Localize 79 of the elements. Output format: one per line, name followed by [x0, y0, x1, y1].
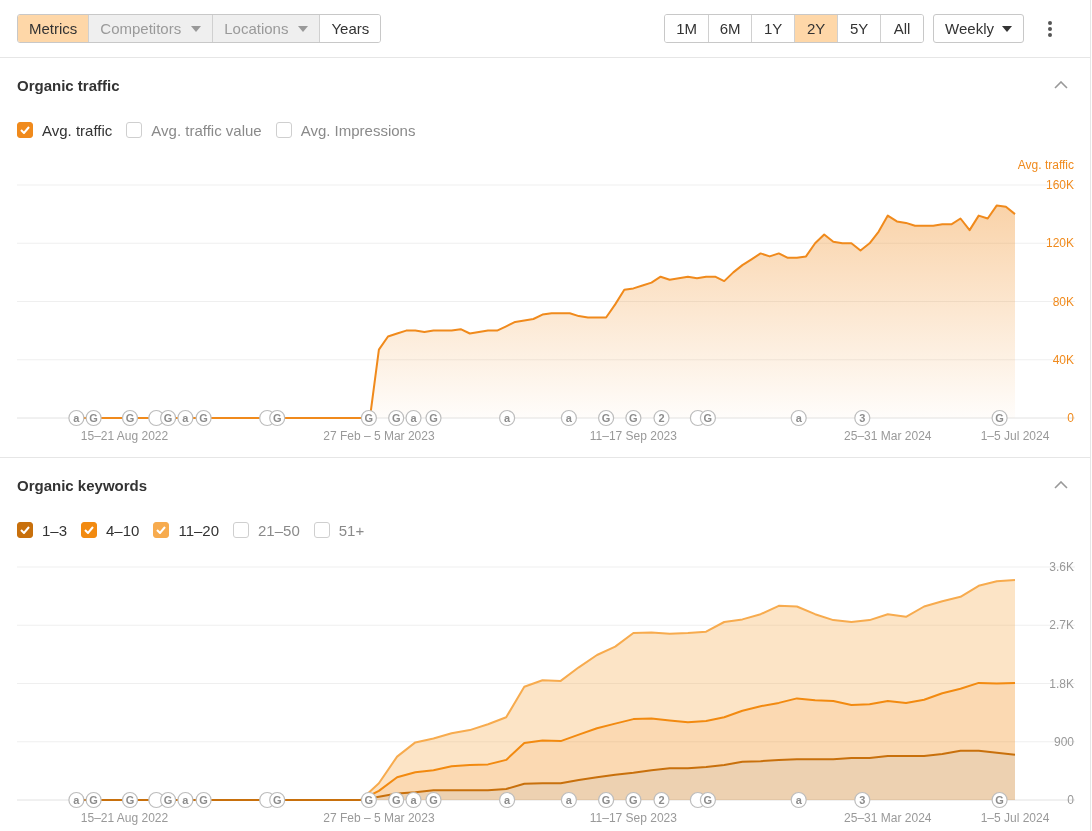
chevron-up-icon [1054, 81, 1068, 89]
interval-dropdown[interactable]: Weekly [933, 14, 1024, 43]
event-marker: G [121, 791, 139, 809]
event-marker: G [85, 409, 102, 427]
checkbox[interactable] [275, 122, 292, 138]
event-marker: a [177, 791, 194, 809]
checkbox-label: Avg. traffic value [151, 121, 262, 139]
axis-label: 1–5 Jul 2024 [980, 811, 1050, 825]
axis-label: 900 [1053, 734, 1074, 749]
check-icon [84, 526, 95, 534]
axis-label: 3.6K [1049, 560, 1074, 574]
checkbox[interactable] [81, 522, 98, 538]
section-title: Organic keywords [17, 476, 148, 494]
axis-label: 15–21 Aug 2022 [80, 429, 169, 443]
axis-label: 25–31 Mar 2024 [844, 811, 932, 825]
axis-label: 1.8K [1049, 676, 1074, 691]
collapse-button[interactable] [1052, 79, 1070, 91]
kebab-icon [1048, 20, 1052, 37]
axis-label: 25–31 Mar 2024 [844, 429, 932, 443]
event-marker: G [195, 409, 212, 427]
view-tab[interactable]: Metrics [18, 15, 89, 42]
checkbox-label: 1–3 [42, 521, 68, 539]
event-marker: a [177, 409, 194, 427]
event-marker: G [991, 791, 1008, 809]
event-marker: a [405, 791, 422, 809]
axis-label: 80K [1052, 294, 1074, 309]
checkbox[interactable] [126, 122, 143, 138]
event-marker: G [360, 791, 377, 809]
event-marker: G [195, 791, 212, 809]
event-marker: 2 [653, 791, 670, 809]
checkbox-label: Avg. Impressions [300, 121, 416, 139]
event-marker: G [160, 409, 177, 427]
axis-title: Avg. traffic [1017, 158, 1074, 172]
event-marker: G [388, 791, 405, 809]
chevron-up-icon [1054, 481, 1068, 489]
checkbox[interactable] [153, 522, 170, 538]
event-marker: 3 [854, 791, 871, 809]
axis-label: 1–5 Jul 2024 [980, 429, 1050, 443]
axis-label: 0 [1067, 411, 1074, 425]
event-marker: G [360, 409, 377, 427]
event-marker: a [560, 791, 577, 809]
checkbox[interactable] [17, 522, 33, 538]
section-title: Organic traffic [17, 76, 120, 94]
checkbox[interactable] [233, 522, 249, 538]
checkbox-label: 4–10 [106, 521, 140, 539]
axis-label: 40K [1052, 352, 1074, 367]
checkbox-label: Avg. traffic [42, 121, 113, 139]
checkbox-label: 21–50 [258, 521, 300, 539]
axis-label: 2.7K [1049, 618, 1074, 633]
event-marker: G [625, 791, 642, 809]
event-marker: a [790, 791, 807, 809]
event-marker: a [68, 409, 85, 427]
event-marker: G [598, 791, 615, 809]
caret-icon [1002, 25, 1012, 32]
axis-label: 15–21 Aug 2022 [80, 811, 169, 825]
axis-label: 120K [1045, 236, 1074, 251]
range-tab[interactable]: All [880, 15, 924, 42]
check-icon [156, 526, 167, 534]
axis-label: 0 [1067, 793, 1074, 807]
collapse-button[interactable] [1052, 479, 1070, 491]
axis-label: 160K [1045, 178, 1074, 192]
event-marker: G [85, 791, 102, 809]
event-marker: a [68, 791, 85, 809]
checkbox-label: 51+ [338, 521, 365, 539]
event-marker: a [499, 791, 516, 809]
event-marker: G [160, 791, 177, 809]
axis-label: 11–17 Sep 2023 [589, 811, 677, 825]
axis-label: 11–17 Sep 2023 [589, 429, 677, 443]
check-icon [20, 126, 30, 134]
checkbox-label: 11–20 [178, 521, 219, 539]
checkbox[interactable] [17, 122, 33, 138]
axis-label: 27 Feb – 5 Mar 2023 [323, 811, 435, 825]
range-tab[interactable]: 2Y [794, 15, 838, 42]
view-tab[interactable]: Years [319, 15, 381, 42]
check-icon [20, 526, 30, 534]
event-marker: G [425, 791, 442, 809]
event-marker: G [121, 409, 139, 427]
axis-label: 27 Feb – 5 Mar 2023 [323, 429, 435, 443]
checkbox[interactable] [313, 522, 330, 538]
